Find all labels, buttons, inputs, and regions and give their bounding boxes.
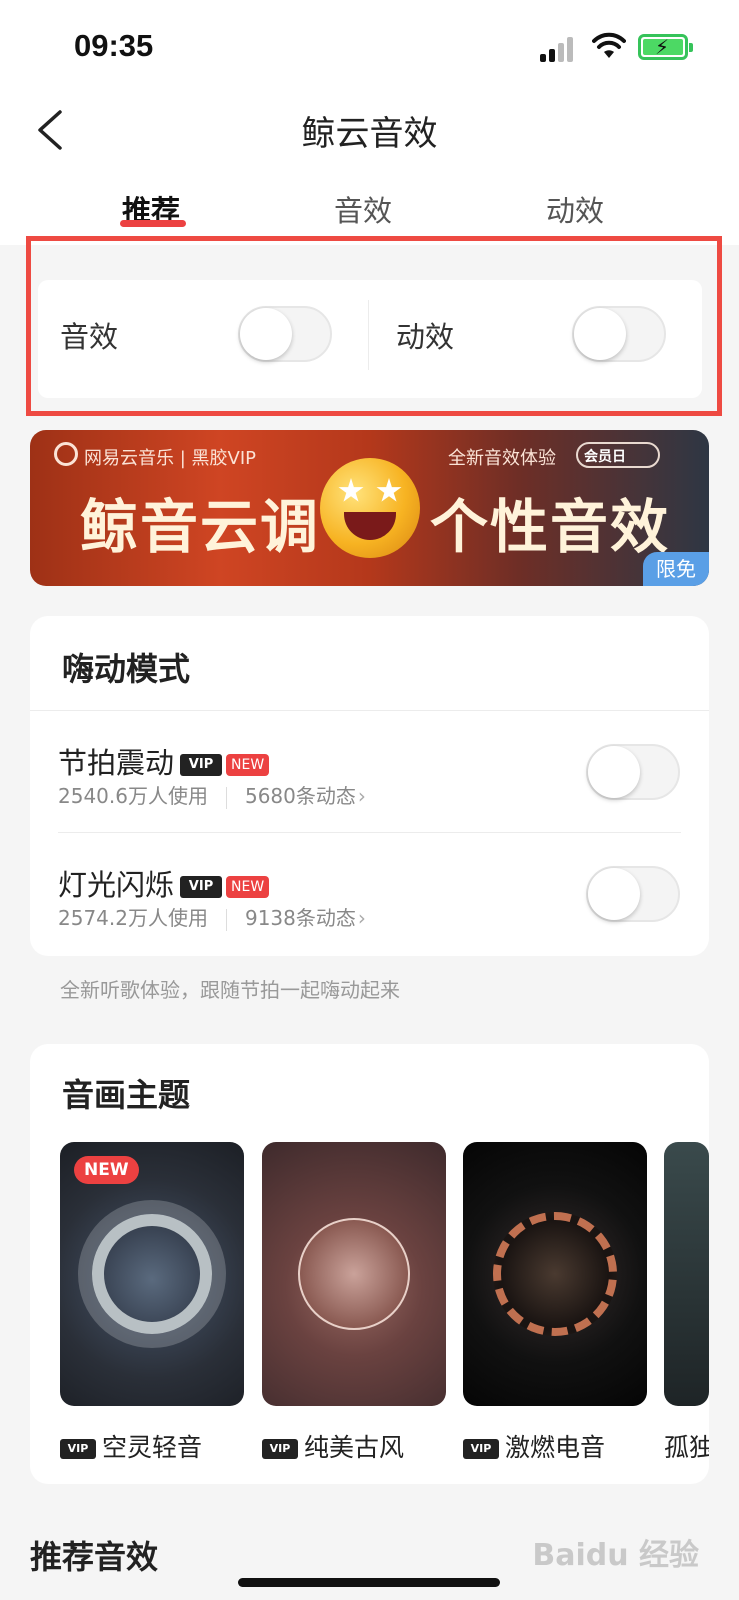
ring-visual (298, 1218, 410, 1330)
banner-headline-left: 鲸音云调 (80, 493, 321, 561)
hype-mode-title: 嗨动模式 (62, 650, 191, 688)
theme-label-lonely: 孤独 (664, 1428, 709, 1464)
light-flash-toggle[interactable] (586, 866, 680, 922)
baidu-watermark: Baidu 经验 (532, 1538, 699, 1573)
free-tag: 限免 (643, 552, 709, 586)
vip-badge: VIP (262, 1439, 298, 1459)
member-day-badge: 会员日 (576, 442, 660, 468)
light-flash-label: 灯光闪烁 (58, 868, 175, 902)
cellular-signal-icon (540, 34, 576, 62)
banner-headline-right: 个性音效 (430, 493, 671, 561)
theme-label-ethereal: VIP 空灵轻音 (60, 1428, 202, 1464)
theme-name: 孤独 (664, 1433, 709, 1462)
recommended-effects-title: 推荐音效 (30, 1538, 159, 1576)
wifi-icon (592, 32, 626, 58)
beat-vibration-users: 2540.6万人使用 (58, 784, 208, 808)
new-badge: NEW (226, 754, 270, 776)
beat-vibration-posts-link[interactable]: 5680条动态 (245, 784, 356, 808)
tab-sound-effects[interactable]: 音效 (334, 188, 392, 230)
active-tab-underline (120, 220, 186, 227)
netease-music-logo-icon (54, 442, 78, 466)
vip-badge: VIP (180, 754, 223, 776)
beat-vibration-meta: 2540.6万人使用 5680条动态 › (58, 780, 366, 809)
highlight-box (26, 236, 722, 416)
ring-visual (92, 1214, 212, 1334)
row-divider (58, 832, 681, 833)
light-flash-row[interactable]: 灯光闪烁 VIP NEW (58, 862, 270, 904)
theme-card-electronic[interactable] (463, 1142, 647, 1406)
vip-badge: VIP (60, 1439, 96, 1459)
vip-badge: VIP (463, 1439, 499, 1459)
hype-mode-note: 全新听歌体验，跟随节拍一起嗨动起来 (60, 978, 400, 1002)
theme-name: 纯美古风 (304, 1433, 405, 1462)
light-flash-users: 2574.2万人使用 (58, 906, 208, 930)
beat-vibration-row[interactable]: 节拍震动 VIP NEW (58, 740, 270, 782)
theme-label-electronic: VIP 激燃电音 (463, 1428, 605, 1464)
light-flash-meta: 2574.2万人使用 9138条动态 › (58, 902, 366, 931)
status-time: 09:35 (74, 28, 154, 63)
theme-card-ethereal[interactable]: NEW (60, 1142, 244, 1406)
light-flash-posts-link[interactable]: 9138条动态 (245, 906, 356, 930)
theme-card-lonely[interactable] (664, 1142, 709, 1406)
new-badge: NEW (226, 876, 270, 898)
disco-ball-emoji-icon (320, 458, 420, 558)
theme-card-ancient[interactable] (262, 1142, 446, 1406)
card-divider (30, 710, 709, 711)
chevron-right-icon: › (357, 906, 366, 930)
themes-title: 音画主题 (62, 1076, 191, 1114)
battery-charging-icon: ⚡ (638, 34, 693, 60)
page-title: 鲸云音效 (301, 114, 438, 154)
promo-banner[interactable]: 网易云音乐 | 黑胶VIP 全新音效体验 会员日 鲸音云调 个性音效 限免 (30, 430, 709, 586)
home-indicator[interactable] (238, 1578, 500, 1587)
theme-name: 激燃电音 (505, 1433, 606, 1462)
beat-vibration-label: 节拍震动 (58, 746, 175, 780)
status-bar: 09:35 ⚡ (0, 0, 739, 96)
chevron-right-icon: › (357, 784, 366, 808)
tab-motion-effects[interactable]: 动效 (546, 188, 604, 230)
theme-label-ancient: VIP 纯美古风 (262, 1428, 404, 1464)
vip-badge: VIP (180, 876, 223, 898)
ring-visual (493, 1212, 617, 1336)
banner-brand: 网易云音乐 | 黑胶VIP (84, 448, 256, 469)
beat-vibration-toggle[interactable] (586, 744, 680, 800)
member-day-label: 会员日 (584, 449, 626, 465)
banner-subtitle: 全新音效体验 (448, 448, 556, 469)
theme-new-badge: NEW (74, 1156, 139, 1184)
theme-name: 空灵轻音 (102, 1433, 203, 1462)
